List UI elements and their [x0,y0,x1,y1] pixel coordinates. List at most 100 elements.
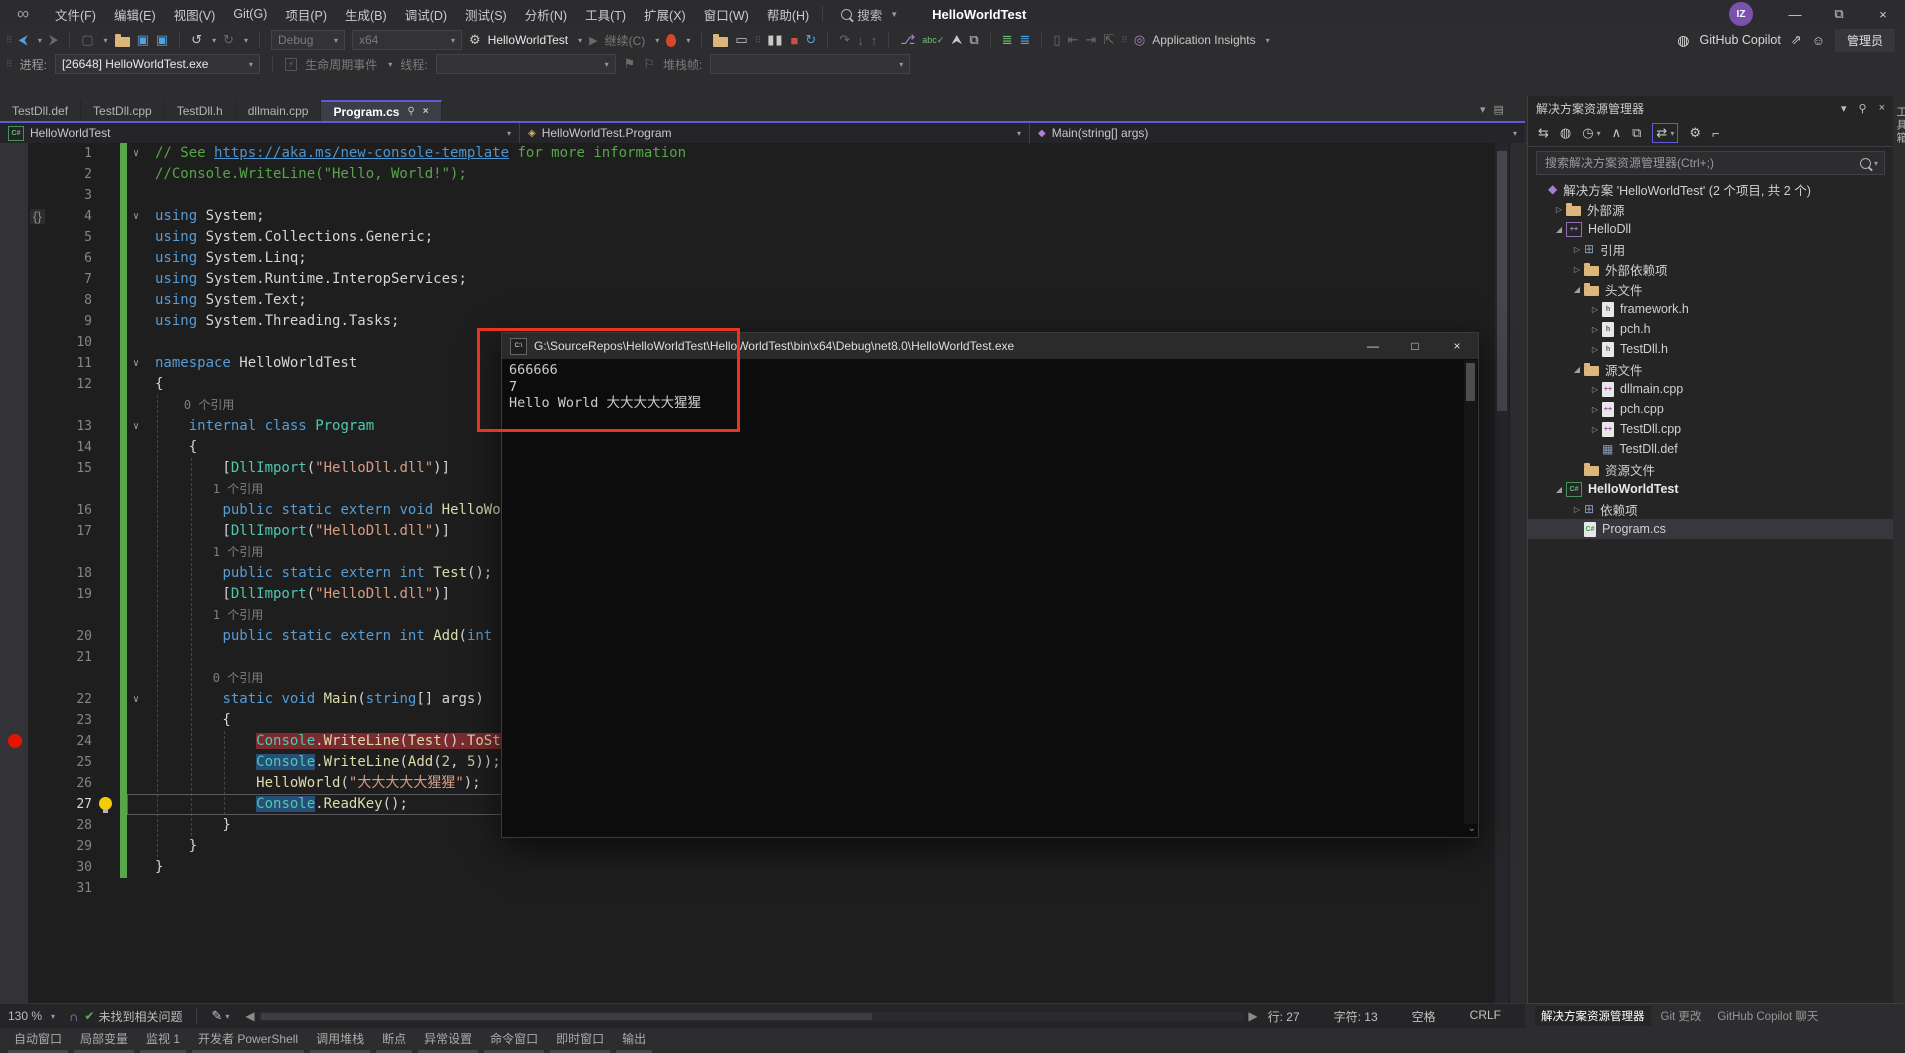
bottom-panel-tab[interactable]: 自动窗口 [8,1029,68,1053]
editor-horizontal-scrollbar[interactable]: ◀ ▶ [229,1004,1257,1028]
tree-item-TestDll.def[interactable]: ▦TestDll.def [1528,439,1893,459]
window-position-chevron-icon[interactable]: ▾ [1841,102,1847,115]
menu-item[interactable]: 分析(N) [516,5,576,24]
toolbar-grip[interactable]: ⠿ [1121,35,1127,46]
search-box[interactable]: 搜索 ▼ [841,5,898,24]
copy-structure-icon[interactable]: ⧉ [969,32,978,48]
application-insights-button[interactable]: Application Insights [1152,33,1255,47]
code-line[interactable]: 5using System.Collections.Generic; [0,227,1510,248]
indent-lines-icon[interactable]: ≣ [1002,32,1013,48]
bottom-panel-tab[interactable]: 输出 [616,1029,652,1053]
comment-lines-icon[interactable]: ≣ [1020,32,1031,48]
collapse-all-icon[interactable]: ∧ [1612,125,1622,141]
restart-icon[interactable]: ↻ [805,32,816,48]
expander-icon[interactable]: ◢ [1570,285,1584,294]
bottom-panel-tab[interactable]: 异常设置 [418,1029,478,1053]
preview-selected-items-icon[interactable]: ⌐ [1712,126,1720,141]
codelens-references[interactable]: 0 个引用 [155,395,234,416]
indent-mode[interactable]: 空格 [1412,1008,1436,1025]
solution-explorer-header[interactable]: 解决方案资源管理器 ▾ ⚲ × [1528,96,1893,120]
menu-item[interactable]: 生成(B) [336,5,396,24]
pin-icon[interactable]: ⚲ [1859,102,1867,115]
minimize-button[interactable]: — [1773,0,1817,28]
console-minimize-button[interactable]: — [1352,333,1394,359]
codelens-references[interactable]: 1 个引用 [155,479,263,500]
menu-item[interactable]: 测试(S) [456,5,516,24]
bottom-panel-tab[interactable]: 开发者 PowerShell [192,1029,304,1053]
navigate-back-icon[interactable]: ⮜ [19,32,28,48]
expander-icon[interactable]: ▷ [1588,345,1602,354]
hot-reload-icon[interactable] [666,34,676,47]
pending-changes-filter-icon[interactable]: ◷▾ [1582,125,1600,141]
pause-icon[interactable]: ▮▮ [767,32,783,48]
feedback-icon[interactable]: ☺ [1812,33,1825,48]
document-tab[interactable]: Program.cs⚲× [321,100,441,121]
expander-icon[interactable]: ◢ [1552,485,1566,494]
codelens-references[interactable]: 1 个引用 [155,542,263,563]
solution-search-box[interactable]: ▾ [1536,151,1885,175]
pin-icon[interactable]: ⚲ [407,106,414,117]
code-line[interactable]: 8using System.Text; [0,290,1510,311]
document-list-chevron-icon[interactable]: ▾ [1480,103,1486,116]
console-close-button[interactable]: × [1436,333,1478,359]
expander-icon[interactable]: ◢ [1570,365,1584,374]
breadcrumb-type[interactable]: ◈ HelloWorldTest.Program ▾ [520,123,1030,143]
tree-item-dllmain.cpp[interactable]: ▷++dllmain.cpp [1528,379,1893,399]
tree-item-解决方案 'HelloWorldTest' (2 个项目, 共 2 个)[interactable]: ◆解决方案 'HelloWorldTest' (2 个项目, 共 2 个) [1528,179,1893,199]
menu-item[interactable]: 项目(P) [276,5,336,24]
scroll-left-icon[interactable]: ◀ [245,1009,254,1023]
tree-item-头文件[interactable]: ◢头文件 [1528,279,1893,299]
tree-item-HelloDll[interactable]: ◢++HelloDll [1528,219,1893,239]
outlining-braces-icon[interactable]: {} [30,209,45,224]
toolbar-grip[interactable]: ⠿ [6,35,12,46]
expander-icon[interactable]: ▷ [1570,265,1584,274]
save-all-icon[interactable]: ▣ [156,32,168,48]
scrollbar-thumb[interactable] [1497,151,1507,411]
menu-item[interactable]: 编辑(E) [105,5,165,24]
open-file-icon[interactable] [115,37,130,47]
expander-icon[interactable]: ▷ [1588,385,1602,394]
platform-select[interactable]: x64▾ [352,30,462,50]
code-line[interactable]: 1∨// See https://aka.ms/new-console-temp… [0,143,1510,164]
tree-item-源文件[interactable]: ◢源文件 [1528,359,1893,379]
expander-icon[interactable]: ▷ [1570,505,1584,514]
menu-item[interactable]: 工具(T) [576,5,635,24]
lightbulb-icon[interactable] [99,797,112,810]
expander-icon[interactable]: ◢ [1552,225,1566,234]
spell-check-icon[interactable]: abc✓ [922,35,944,46]
document-tab[interactable]: TestDll.h [165,100,236,121]
share-icon[interactable]: ⇗ [1791,32,1802,48]
menu-item[interactable]: Git(G) [224,7,276,21]
expander-icon[interactable]: ▷ [1588,425,1602,434]
code-line[interactable]: 6using System.Linq; [0,248,1510,269]
tree-item-framework.h[interactable]: ▷hframework.h [1528,299,1893,319]
tool-window-tab[interactable]: 解决方案资源管理器 [1535,1006,1651,1026]
code-line[interactable]: 2//Console.WriteLine("Hello, World!"); [0,164,1510,185]
restore-button[interactable]: ⧉ [1817,0,1861,28]
code-map-icon[interactable]: ⎇ [900,32,915,48]
undo-icon[interactable]: ↺ [191,32,202,48]
codelens-references[interactable]: 1 个引用 [155,605,263,626]
fold-marker-icon[interactable]: ∨ [133,206,139,227]
breadcrumb-member[interactable]: ◆ Main(string[] args) ▾ [1030,123,1525,143]
add-project-item-icon[interactable] [713,37,728,47]
tree-item-引用[interactable]: ▷⊞引用 [1528,239,1893,259]
fold-marker-icon[interactable]: ∨ [133,143,139,164]
close-icon[interactable]: × [1879,102,1885,114]
bottom-panel-tab[interactable]: 局部变量 [74,1029,134,1053]
code-line[interactable]: 3 [0,185,1510,206]
expander-icon[interactable]: ▷ [1570,245,1584,254]
bookmark-icon[interactable]: ▯ [1053,32,1060,48]
code-line[interactable]: 4∨using System; [0,206,1510,227]
solution-search-input[interactable] [1543,155,1860,171]
code-line[interactable]: 9using System.Threading.Tasks; [0,311,1510,332]
fold-marker-icon[interactable]: ∨ [133,353,139,374]
redo-icon[interactable]: ↻ [223,32,234,48]
bottom-panel-tab[interactable]: 断点 [376,1029,412,1053]
tree-item-TestDll.h[interactable]: ▷hTestDll.h [1528,339,1893,359]
startup-project[interactable]: HelloWorldTest [488,33,568,47]
tree-item-外部源[interactable]: ▷外部源 [1528,199,1893,219]
document-tab[interactable]: dllmain.cpp [236,100,322,121]
menu-item[interactable]: 帮助(H) [758,5,818,24]
code-line[interactable]: 30} [0,857,1510,878]
